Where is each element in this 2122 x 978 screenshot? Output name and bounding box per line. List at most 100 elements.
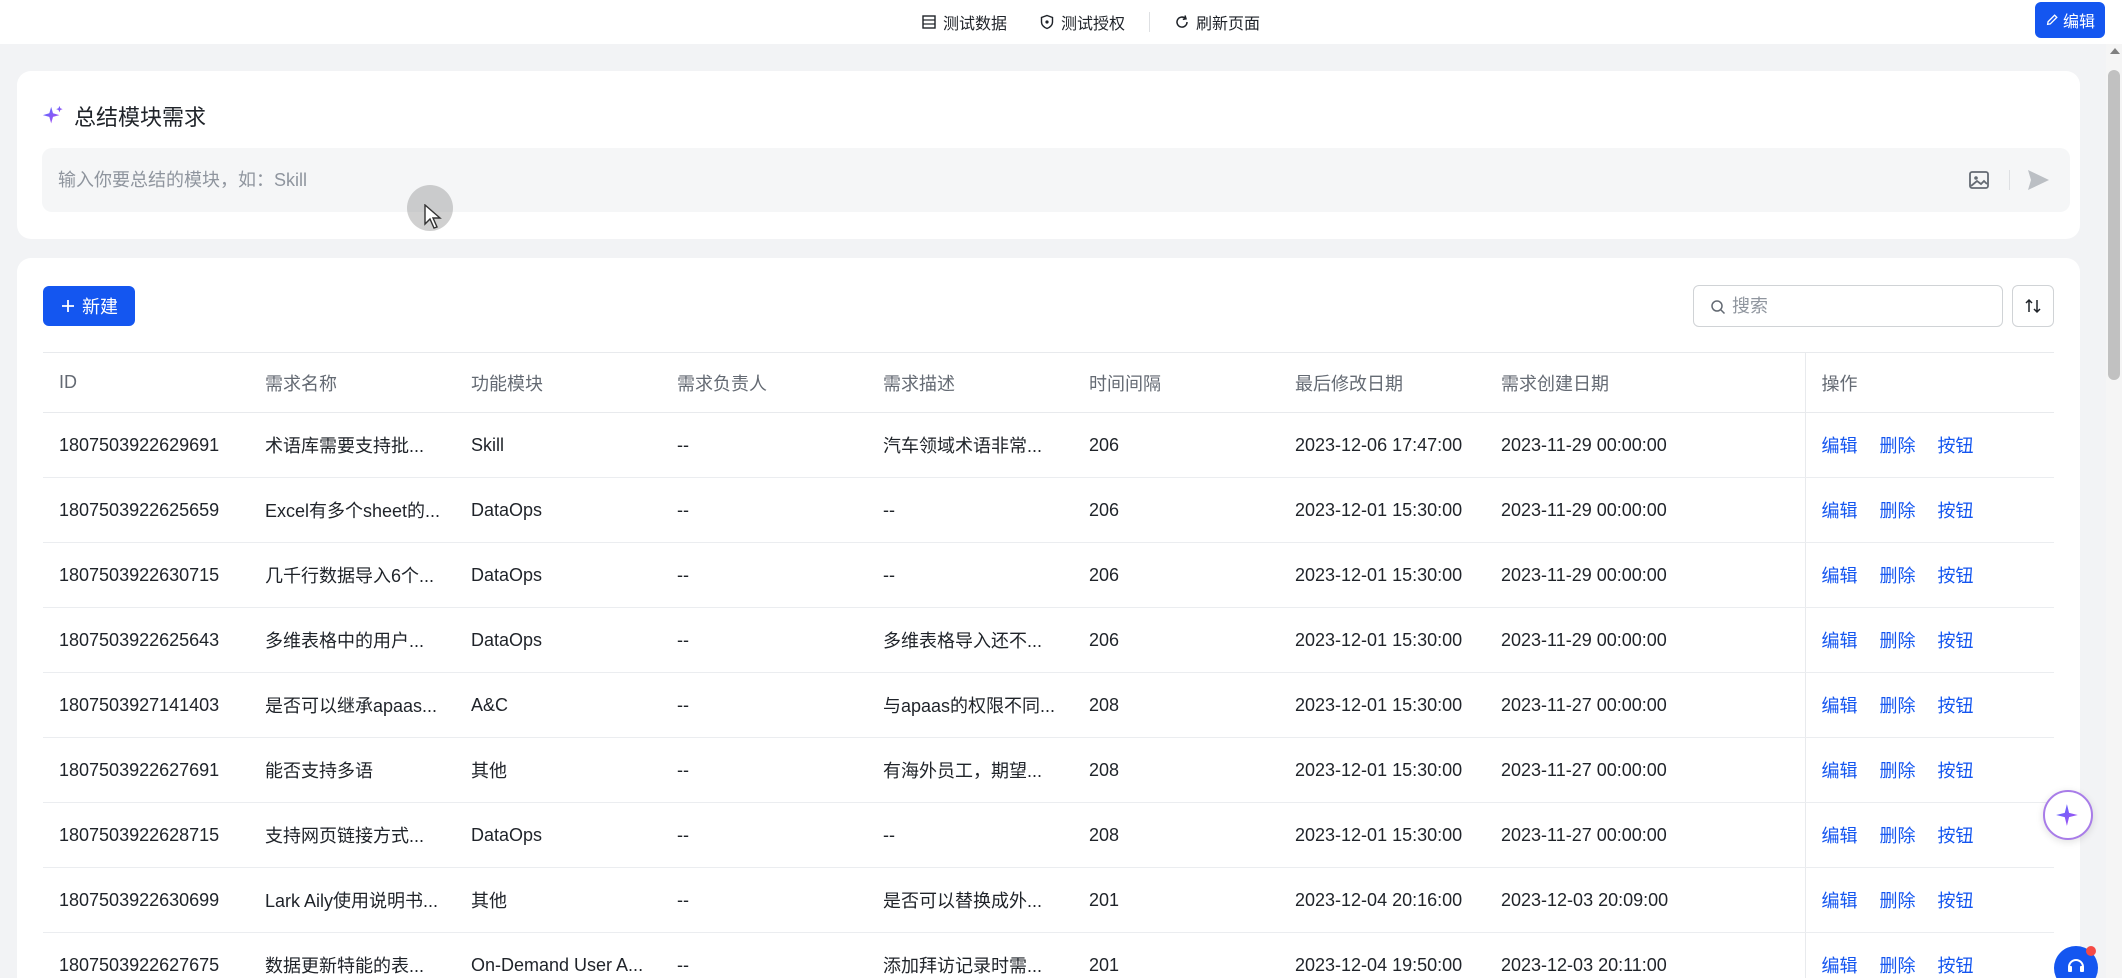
- table-icon: [922, 15, 936, 29]
- row-button-link[interactable]: 按钮: [1938, 761, 1974, 781]
- table-body: 1807503922629691 术语库需要支持批... Skill -- 汽车领域术语…: [43, 412, 2054, 978]
- ai-summary-header: 总结模块需求: [42, 100, 206, 132]
- cell-modified: 2023-12-01 15:30:00: [1279, 672, 1485, 738]
- row-delete-link[interactable]: 删除: [1880, 501, 1916, 521]
- row-edit-link[interactable]: 编辑: [1822, 436, 1858, 456]
- row-button-link[interactable]: 按钮: [1938, 501, 1974, 521]
- table-row[interactable]: 1807503927141403 是否可以继承apaas... A&C -- 与apaa…: [43, 672, 2054, 738]
- row-button-link[interactable]: 按钮: [1938, 631, 1974, 651]
- ai-summary-input[interactable]: [42, 148, 1942, 212]
- cell-id: 1807503922627675: [43, 932, 249, 978]
- mouse-cursor-icon: [424, 204, 442, 229]
- column-header-interval[interactable]: 时间间隔: [1073, 352, 1279, 413]
- cell-modified: 2023-12-04 19:50:00: [1279, 932, 1485, 978]
- table-row[interactable]: 1807503922627675 数据更新特能的表... On-Demand Use…: [43, 932, 2054, 978]
- cell-desc: 汽车领域术语非常...: [867, 412, 1073, 478]
- cell-modified: 2023-12-01 15:30:00: [1279, 542, 1485, 608]
- column-header-name[interactable]: 需求名称: [249, 352, 455, 413]
- column-header-modified[interactable]: 最后修改日期: [1279, 352, 1485, 413]
- row-button-link[interactable]: 按钮: [1938, 891, 1974, 911]
- search-input[interactable]: [1732, 286, 1992, 326]
- refresh-page-button[interactable]: 刷新页面: [1158, 10, 1276, 34]
- cell-created: 2023-11-29 00:00:00: [1485, 412, 1805, 478]
- toolbar-divider: [1149, 12, 1151, 32]
- requirements-table-card: 新建 ID 需求名称 功能模块 需求负责人 需求描述 时间间隔 最后修改日期 需…: [17, 258, 2080, 978]
- row-edit-link[interactable]: 编辑: [1822, 501, 1858, 521]
- cell-name: 数据更新特能的表...: [249, 932, 455, 978]
- column-header-created[interactable]: 需求创建日期: [1485, 352, 1805, 413]
- cell-actions: 编辑 删除 按钮: [1804, 802, 2054, 868]
- send-icon[interactable]: [2024, 166, 2052, 194]
- scroll-up-arrow-icon[interactable]: [2110, 48, 2120, 54]
- page-scrollbar-thumb[interactable]: [2108, 70, 2120, 380]
- cell-name: 术语库需要支持批...: [249, 412, 455, 478]
- table-row[interactable]: 1807503922625643 多维表格中的用户... DataOps -- 多维表格…: [43, 607, 2054, 673]
- column-header-description[interactable]: 需求描述: [867, 352, 1073, 413]
- row-delete-link[interactable]: 删除: [1880, 891, 1916, 911]
- cell-owner: --: [661, 412, 867, 478]
- cell-interval: 201: [1073, 932, 1279, 978]
- refresh-label: 刷新页面: [1196, 16, 1261, 33]
- row-edit-link[interactable]: 编辑: [1822, 956, 1858, 976]
- sort-icon: [2025, 298, 2041, 314]
- row-edit-link[interactable]: 编辑: [1822, 761, 1858, 781]
- cell-desc: 与apaas的权限不同...: [867, 672, 1073, 738]
- cell-actions: 编辑 删除 按钮: [1804, 867, 2054, 933]
- row-delete-link[interactable]: 删除: [1880, 826, 1916, 846]
- cell-name: Lark Aily使用说明书...: [249, 867, 455, 933]
- cell-desc: --: [867, 542, 1073, 608]
- table-row[interactable]: 1807503922629691 术语库需要支持批... Skill -- 汽车领域术语…: [43, 412, 2054, 478]
- cell-actions: 编辑 删除 按钮: [1804, 542, 2054, 608]
- row-delete-link[interactable]: 删除: [1880, 696, 1916, 716]
- plus-icon: [62, 300, 74, 312]
- cell-interval: 206: [1073, 607, 1279, 673]
- cell-modified: 2023-12-01 15:30:00: [1279, 737, 1485, 803]
- cell-id: 1807503922625659: [43, 477, 249, 543]
- cell-actions: 编辑 删除 按钮: [1804, 412, 2054, 478]
- row-delete-link[interactable]: 删除: [1880, 566, 1916, 586]
- column-header-owner[interactable]: 需求负责人: [661, 352, 867, 413]
- test-auth-button[interactable]: 测试授权: [1023, 10, 1141, 34]
- cell-module: 其他: [455, 737, 661, 803]
- row-button-link[interactable]: 按钮: [1938, 436, 1974, 456]
- cell-desc: 是否可以替换成外...: [867, 867, 1073, 933]
- cell-module: DataOps: [455, 477, 661, 543]
- ai-input-divider: [2009, 170, 2010, 190]
- cell-actions: 编辑 删除 按钮: [1804, 672, 2054, 738]
- image-upload-icon[interactable]: [1967, 168, 1991, 192]
- table-row[interactable]: 1807503922625659 Excel有多个sheet的... DataOps…: [43, 477, 2054, 543]
- row-delete-link[interactable]: 删除: [1880, 436, 1916, 456]
- cell-name: 是否可以继承apaas...: [249, 672, 455, 738]
- row-edit-link[interactable]: 编辑: [1822, 631, 1858, 651]
- row-edit-link[interactable]: 编辑: [1822, 826, 1858, 846]
- ai-assistant-float-button[interactable]: [2043, 790, 2093, 840]
- row-edit-link[interactable]: 编辑: [1822, 566, 1858, 586]
- row-edit-link[interactable]: 编辑: [1822, 696, 1858, 716]
- row-button-link[interactable]: 按钮: [1938, 566, 1974, 586]
- cell-interval: 201: [1073, 867, 1279, 933]
- row-delete-link[interactable]: 删除: [1880, 631, 1916, 651]
- cell-id: 1807503922628715: [43, 802, 249, 868]
- table-row[interactable]: 1807503922630699 Lark Aily使用说明书... 其他 -- 是否可…: [43, 867, 2054, 933]
- cell-actions: 编辑 删除 按钮: [1804, 932, 2054, 978]
- table-row[interactable]: 1807503922630715 几千行数据导入6个... DataOps -- -- 2…: [43, 542, 2054, 608]
- shield-icon: [1040, 14, 1054, 30]
- cell-id: 1807503922627691: [43, 737, 249, 803]
- test-data-button[interactable]: 测试数据: [905, 10, 1023, 34]
- column-header-id[interactable]: ID: [43, 352, 249, 413]
- sort-button[interactable]: [2012, 285, 2054, 327]
- row-delete-link[interactable]: 删除: [1880, 761, 1916, 781]
- table-row[interactable]: 1807503922628715 支持网页链接方式... DataOps -- -- 20…: [43, 802, 2054, 868]
- cell-modified: 2023-12-01 15:30:00: [1279, 802, 1485, 868]
- row-delete-link[interactable]: 删除: [1880, 956, 1916, 976]
- new-record-button[interactable]: 新建: [43, 286, 135, 326]
- row-button-link[interactable]: 按钮: [1938, 956, 1974, 976]
- table-row[interactable]: 1807503922627691 能否支持多语 其他 -- 有海外员工，期望... 208…: [43, 737, 2054, 803]
- row-edit-link[interactable]: 编辑: [1822, 891, 1858, 911]
- cell-modified: 2023-12-06 17:47:00: [1279, 412, 1485, 478]
- edit-page-button[interactable]: 编辑: [2035, 2, 2105, 38]
- column-header-module[interactable]: 功能模块: [455, 352, 661, 413]
- headset-icon: [2068, 959, 2084, 972]
- row-button-link[interactable]: 按钮: [1938, 696, 1974, 716]
- row-button-link[interactable]: 按钮: [1938, 826, 1974, 846]
